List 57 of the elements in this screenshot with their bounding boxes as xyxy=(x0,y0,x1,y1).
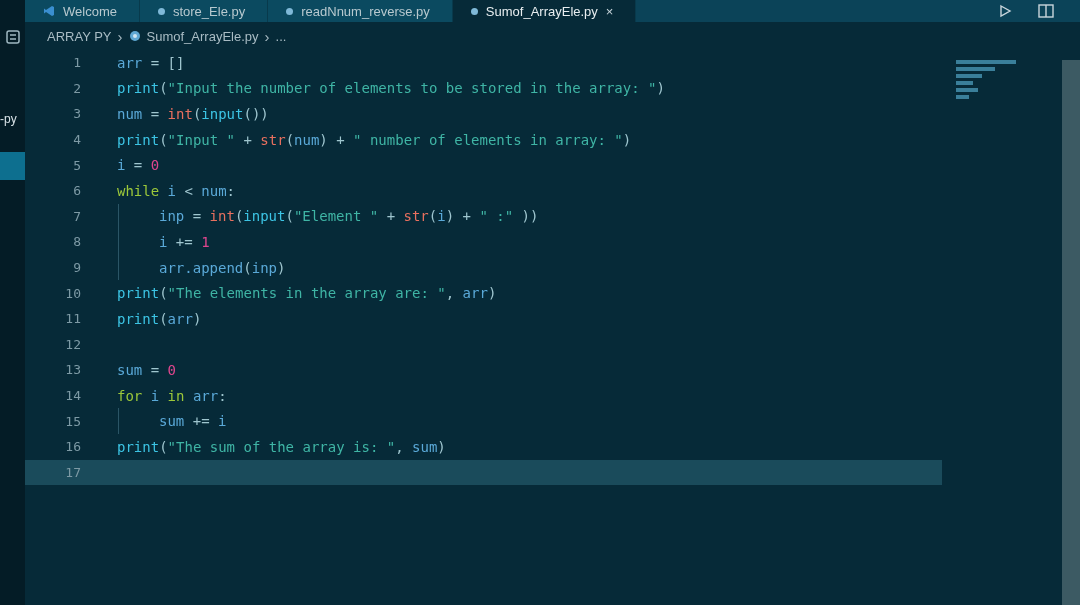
code-line: i += 1 xyxy=(159,233,210,250)
line-number: 4 xyxy=(72,132,81,148)
breadcrumb-separator: › xyxy=(264,27,270,45)
breadcrumb-symbols[interactable]: ... xyxy=(275,28,287,44)
code-line: sum += i xyxy=(159,413,227,430)
line-number: 13 xyxy=(64,362,81,378)
line-number: 3 xyxy=(72,106,81,122)
line-number: 11 xyxy=(64,311,81,327)
editor-tab[interactable]: store_Ele.py xyxy=(139,0,269,22)
code-line: while i < num: xyxy=(117,182,236,199)
tab-label: Sumof_ArrayEle.py xyxy=(485,3,598,19)
tab-label: Welcome xyxy=(63,3,117,19)
line-number: 14 xyxy=(64,388,81,403)
code-line: arr = [] xyxy=(117,54,185,71)
code-line: inp = int(input("Element " + str(i) + " :" )) xyxy=(159,208,539,225)
scrollbar[interactable] xyxy=(1062,60,1080,605)
selected-item-highlight xyxy=(0,152,25,180)
code-line: print(arr) xyxy=(117,310,202,327)
file-dot-icon xyxy=(470,7,478,15)
line-number: 16 xyxy=(64,439,81,455)
tab-label: store_Ele.py xyxy=(172,3,246,19)
breadcrumb-separator: › xyxy=(117,27,123,45)
line-number: 6 xyxy=(72,183,81,199)
line-number: 12 xyxy=(64,336,81,352)
code-line: for i in arr: xyxy=(117,387,227,404)
breadcrumb-file[interactable]: Sumof_ArrayEle.py xyxy=(146,28,259,44)
file-dot-icon xyxy=(286,7,294,15)
line-number: 9 xyxy=(72,260,81,276)
line-number: 10 xyxy=(64,285,81,301)
editor-tab[interactable]: Sumof_ArrayEle.py × xyxy=(452,0,637,22)
code-line: arr.append(inp) xyxy=(159,259,286,276)
breadcrumb-folder[interactable]: ARRAY PY xyxy=(47,28,112,44)
line-number: 7 xyxy=(72,208,81,224)
code-line: print("Input the number of elements to be stored in the array: ") xyxy=(117,80,665,97)
sidebar-item[interactable]: -py xyxy=(0,112,17,126)
editor-tab[interactable]: readNnum_reverse.py xyxy=(268,0,453,22)
code-line: num = int(input()) xyxy=(117,106,269,122)
code-line: i = 0 xyxy=(117,157,160,174)
line-number: 2 xyxy=(72,80,81,96)
line-number: 5 xyxy=(72,157,81,173)
editor-tab[interactable]: Welcome xyxy=(25,0,140,22)
line-number: 17 xyxy=(64,464,81,480)
file-dot-icon xyxy=(157,7,165,15)
line-number: 8 xyxy=(72,234,81,250)
code-line: print("The sum of the array is: ", sum) xyxy=(117,438,446,455)
tab-label: readNnum_reverse.py xyxy=(301,3,430,19)
logo-icon xyxy=(43,5,55,17)
line-number: 1 xyxy=(72,55,81,71)
python-file-icon xyxy=(128,30,141,42)
line-number: 15 xyxy=(64,413,81,429)
close-icon[interactable]: × xyxy=(605,3,614,19)
code-line: print("Input " + str(num) + " number of elements in array: ") xyxy=(117,131,632,148)
panel-icon[interactable] xyxy=(5,30,20,44)
run-icon[interactable] xyxy=(998,4,1012,18)
code-line: print("The elements in the array are: ", arr) xyxy=(117,285,497,302)
code-line: sum = 0 xyxy=(117,361,177,378)
split-editor-icon[interactable] xyxy=(1038,4,1054,18)
